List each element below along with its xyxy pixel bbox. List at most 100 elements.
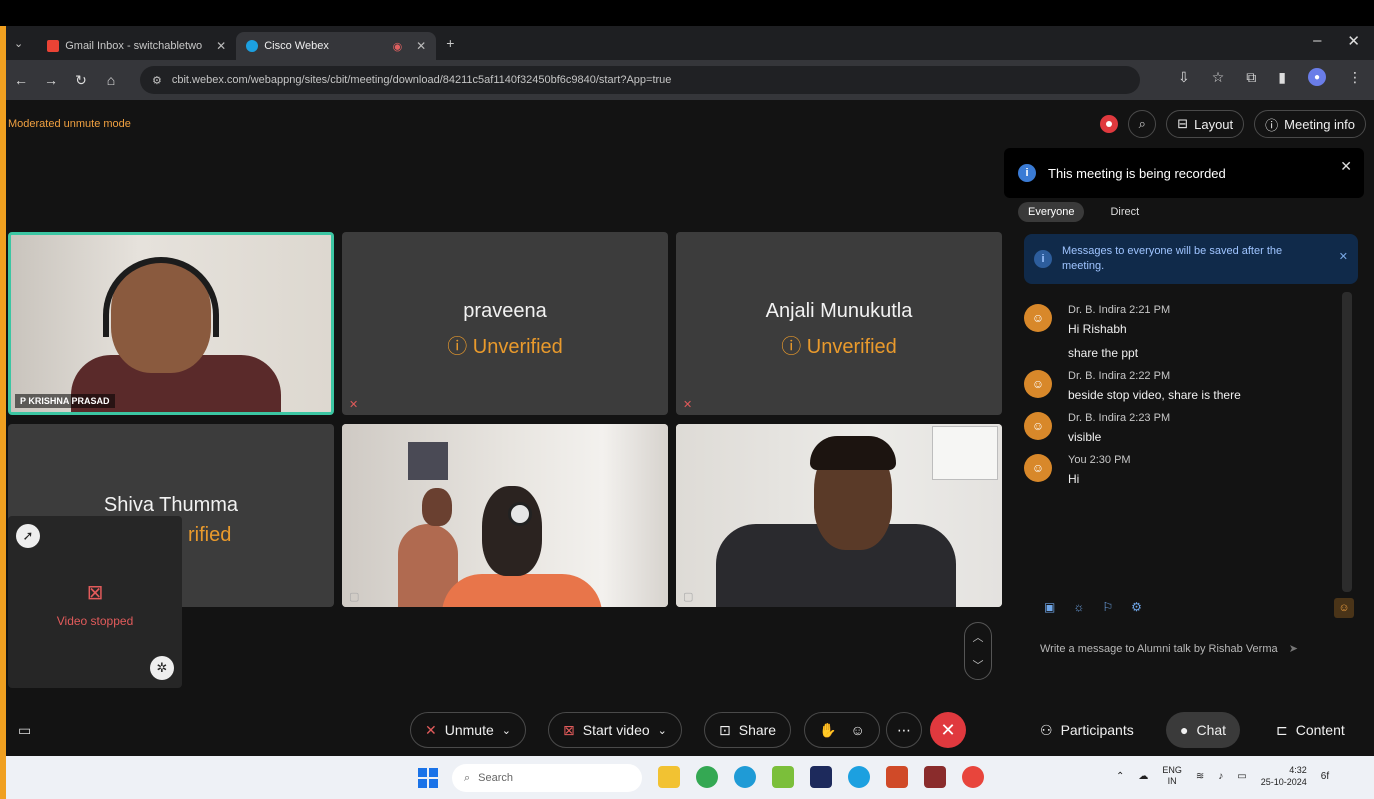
file-icon[interactable]: ▣ xyxy=(1044,600,1055,614)
tab-gmail[interactable]: Gmail Inbox - switchabletwo ✕ xyxy=(37,32,236,60)
sender-name: Dr. B. Indira xyxy=(1068,370,1127,382)
terminal-icon[interactable] xyxy=(810,766,832,788)
minimize-icon[interactable]: – xyxy=(1313,32,1321,50)
extensions-icon[interactable]: ⧉ xyxy=(1246,69,1256,86)
back-icon[interactable]: ← xyxy=(6,72,36,88)
chevron-up-icon[interactable]: ⌃ xyxy=(1116,771,1124,782)
page-up-icon[interactable]: ︿ xyxy=(973,629,984,645)
reactions-icon[interactable]: ☺ xyxy=(850,722,864,738)
message-text: Hi Rishabh xyxy=(1068,322,1127,336)
participant-name: Anjali Munukutla xyxy=(765,300,913,322)
end-call-button[interactable]: ✕ xyxy=(930,712,966,748)
close-tab-icon[interactable]: ✕ xyxy=(416,39,426,53)
onedrive-icon[interactable]: ☁ xyxy=(1138,771,1148,782)
battery-icon[interactable]: ▭ xyxy=(1237,771,1246,782)
self-view-compass-icon[interactable]: ➚ xyxy=(16,524,40,548)
chrome-icon[interactable] xyxy=(962,766,984,788)
video-tile-krishna[interactable]: P KRISHNA PRASAD xyxy=(8,232,334,415)
sender-avatar-icon: ☺ xyxy=(1024,304,1052,332)
caption-icon[interactable]: ▭ xyxy=(18,722,31,739)
tab-direct[interactable]: Direct xyxy=(1100,202,1149,222)
start-video-button[interactable]: ⊠ Start video ⌄ xyxy=(548,712,682,748)
volume-icon[interactable]: ♪ xyxy=(1218,771,1223,782)
tab-everyone[interactable]: Everyone xyxy=(1018,202,1085,222)
taskbar-search[interactable]: ⌕ Search xyxy=(452,764,642,792)
url-bar[interactable]: ⚙ cbit.webex.com/webappng/sites/cbit/mee… xyxy=(140,66,1140,94)
gmail-icon xyxy=(47,40,60,52)
close-notice-icon[interactable]: ✕ xyxy=(1339,250,1348,263)
menu-kebab-icon[interactable]: ⋮ xyxy=(1348,69,1362,86)
app-icon[interactable] xyxy=(924,766,946,788)
webex-icon[interactable] xyxy=(848,766,870,788)
recording-indicator-icon[interactable] xyxy=(1100,115,1119,133)
video-tile-participant-6[interactable]: ▢ xyxy=(676,424,1002,607)
send-options-icon[interactable]: ☺ xyxy=(1334,598,1354,618)
send-icon[interactable]: ➤ xyxy=(1289,643,1298,655)
zoom-icon[interactable]: ⌕ xyxy=(1128,110,1157,138)
top-edge xyxy=(0,0,1374,26)
chevron-down-icon[interactable]: ⌄ xyxy=(502,724,511,737)
reload-icon[interactable]: ↻ xyxy=(66,72,96,89)
chat-input[interactable]: Write a message to Alumni talk by Rishab… xyxy=(1040,642,1352,655)
app-icon[interactable] xyxy=(772,766,794,788)
download-icon[interactable]: ⇩ xyxy=(1178,69,1190,86)
taskbar-apps xyxy=(658,766,984,788)
participant-name-tag: P KRISHNA PRASAD xyxy=(15,394,115,408)
layout-button[interactable]: ⊟ Layout xyxy=(1166,110,1245,138)
language-label: ENG xyxy=(1162,765,1182,775)
page-down-icon[interactable]: ﹀ xyxy=(973,657,984,673)
raise-hand-icon[interactable]: ✋ xyxy=(819,722,836,739)
profile-avatar[interactable]: ● xyxy=(1308,68,1326,86)
forward-icon[interactable]: → xyxy=(36,72,66,88)
self-view-settings-icon[interactable]: ✲ xyxy=(150,656,174,680)
share-button[interactable]: ⊡ Share xyxy=(704,712,792,748)
chat-button[interactable]: ● Chat xyxy=(1166,712,1241,748)
participants-button[interactable]: ⚇ Participants xyxy=(1026,712,1148,748)
tab-list-icon[interactable]: ⌄ xyxy=(14,37,23,50)
wifi-icon[interactable]: ≋ xyxy=(1196,771,1204,782)
windows-start-icon[interactable] xyxy=(418,768,438,788)
gif-icon[interactable]: ⚐ xyxy=(1102,600,1113,614)
language-sub: IN xyxy=(1167,776,1177,786)
participants-label: Participants xyxy=(1060,722,1134,738)
new-tab-button[interactable]: + xyxy=(446,35,454,51)
video-tile-praveena[interactable]: praveena ⓘ Unverified ✕ xyxy=(342,232,668,415)
site-info-icon[interactable]: ⚙ xyxy=(152,74,162,87)
chevron-down-icon[interactable]: ⌄ xyxy=(658,724,667,737)
format-icon[interactable]: ⚙ xyxy=(1131,600,1142,614)
self-view[interactable]: ➚ ⊠ Video stopped ✲ xyxy=(8,516,182,688)
home-icon[interactable]: ⌂ xyxy=(96,72,126,88)
chrome-icon[interactable] xyxy=(696,766,718,788)
message-text: Hi xyxy=(1068,472,1080,486)
video-tile-participant-5[interactable]: ▢ xyxy=(342,424,668,607)
sidepanel-icon[interactable]: ▮ xyxy=(1278,69,1286,86)
close-window-icon[interactable]: ✕ xyxy=(1347,32,1360,50)
headset xyxy=(508,502,532,526)
bookmark-star-icon[interactable]: ☆ xyxy=(1212,69,1225,86)
video-tile-anjali[interactable]: Anjali Munukutla ⓘ Unverified ✕ xyxy=(676,232,1002,415)
close-toast-icon[interactable]: ✕ xyxy=(1340,158,1352,175)
close-tab-icon[interactable]: ✕ xyxy=(216,39,226,53)
recording-tab-icon: ◉ xyxy=(392,40,403,53)
wall-portrait xyxy=(408,442,448,480)
windows-taskbar: ⌕ Search ⌃ ☁ ENG IN ≋ ♪ ▭ 4:32 25-10-202… xyxy=(6,756,1374,799)
content-button[interactable]: ⊏ Content xyxy=(1262,712,1359,748)
meeting-header-actions: ⌕ ⊟ Layout ⓘ Meeting info xyxy=(1100,110,1366,138)
powerpoint-icon[interactable] xyxy=(886,766,908,788)
emoji-icon[interactable]: ☼ xyxy=(1073,600,1084,614)
unmute-button[interactable]: ✕ Unmute ⌄ xyxy=(410,712,526,748)
edge-icon[interactable] xyxy=(734,766,756,788)
chat-scrollbar[interactable] xyxy=(1342,292,1352,592)
unverified-label: Unverified xyxy=(472,336,563,358)
meeting-info-button[interactable]: ⓘ Meeting info xyxy=(1254,110,1366,138)
participant-hair xyxy=(810,436,896,470)
clock[interactable]: 4:32 25-10-2024 xyxy=(1261,764,1307,788)
language-indicator[interactable]: ENG IN xyxy=(1162,765,1182,787)
chat-message-list: ☺ Dr. B. Indira 2:21 PM Hi Rishabh share… xyxy=(1024,304,1344,496)
more-icon: ⋯ xyxy=(897,721,911,738)
participant-name: Shiva Thumma xyxy=(103,494,239,516)
more-options-button[interactable]: ⋯ xyxy=(886,712,922,748)
participant-head xyxy=(482,486,542,576)
file-explorer-icon[interactable] xyxy=(658,766,680,788)
tab-webex[interactable]: Cisco Webex ◉ ✕ xyxy=(236,32,437,60)
